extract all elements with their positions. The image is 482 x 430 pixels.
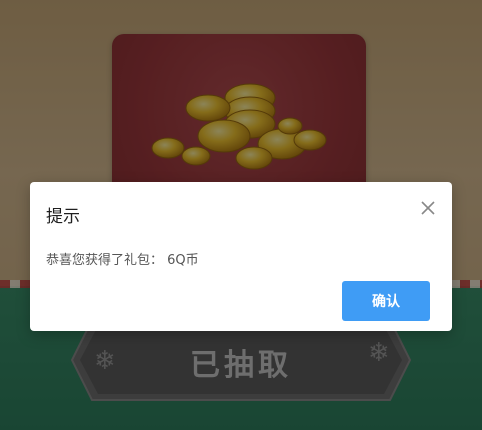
- reward-dialog: 提示 恭喜您获得了礼包： 6Q币 确认: [30, 182, 452, 331]
- confirm-button[interactable]: 确认: [342, 281, 430, 321]
- dialog-message: 恭喜您获得了礼包： 6Q币: [46, 253, 199, 268]
- close-icon[interactable]: [420, 200, 436, 216]
- dialog-title: 提示: [46, 207, 80, 227]
